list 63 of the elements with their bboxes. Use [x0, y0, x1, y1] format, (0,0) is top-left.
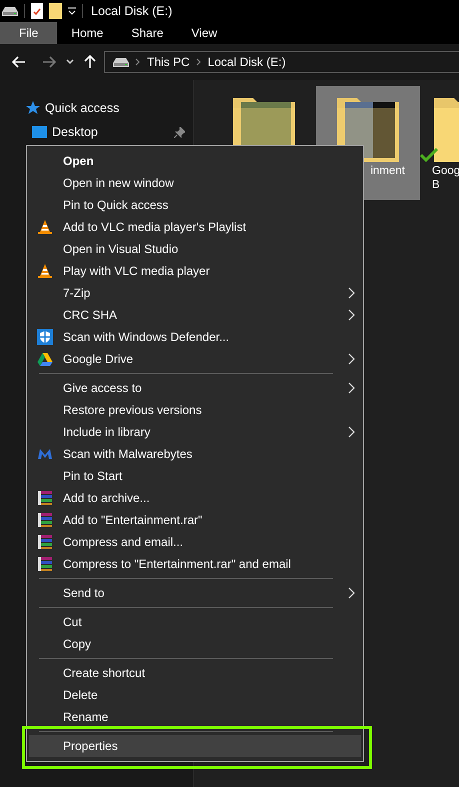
menu-item[interactable]: Send to — [29, 582, 361, 604]
drive-icon — [2, 6, 18, 16]
address-field[interactable]: This PC Local Disk (E:) — [104, 51, 459, 73]
menu-item[interactable]: Properties — [29, 735, 361, 757]
window-title: Local Disk (E:) — [91, 4, 172, 18]
drive-icon — [113, 57, 129, 67]
recent-locations-button[interactable] — [66, 59, 74, 65]
forward-button[interactable] — [42, 56, 56, 68]
back-button[interactable] — [12, 56, 26, 68]
shield-icon — [37, 329, 53, 345]
menu-item[interactable]: Delete — [29, 684, 361, 706]
menu-item[interactable]: Pin to Start — [29, 465, 361, 487]
up-button[interactable] — [84, 55, 96, 69]
menu-item[interactable]: Scan with Malwarebytes — [29, 443, 361, 465]
menu-item[interactable]: Add to archive... — [29, 487, 361, 509]
chevron-right-icon — [348, 309, 355, 321]
menu-item[interactable]: Add to VLC media player's Playlist — [29, 216, 361, 238]
nav-item[interactable]: Desktop — [52, 125, 169, 139]
chevron-right-icon — [348, 382, 355, 394]
star-icon — [26, 101, 40, 115]
chevron-icon — [196, 58, 202, 66]
menu-item[interactable]: Compress and email... — [29, 531, 361, 553]
folder-name: inment — [370, 164, 405, 178]
menu-item[interactable]: Add to "Entertainment.rar" — [29, 509, 361, 531]
chevron-right-icon — [348, 287, 355, 299]
checklist-icon[interactable] — [31, 3, 43, 19]
menu-item[interactable]: Google Drive — [29, 348, 361, 370]
chevron-icon — [135, 58, 141, 66]
menu-item[interactable]: Rename — [29, 706, 361, 728]
books-stack-icon — [37, 534, 53, 550]
menu-item[interactable]: Include in library — [29, 421, 361, 443]
ribbon-tab[interactable]: Share — [117, 22, 178, 44]
menu-item[interactable]: Open in Visual Studio — [29, 238, 361, 260]
chevron-right-icon — [348, 426, 355, 438]
menu-item[interactable]: Compress to "Entertainment.rar" and email — [29, 553, 361, 575]
chevron-right-icon — [348, 353, 355, 365]
ribbon-tab[interactable]: File — [0, 22, 58, 44]
menu-item[interactable]: Copy — [29, 633, 361, 655]
menu-item[interactable]: Scan with Windows Defender... — [29, 326, 361, 348]
ribbon-tab[interactable]: Home — [57, 22, 118, 44]
breadcrumb-link[interactable]: Local Disk (E:) — [208, 55, 286, 69]
menu-item[interactable]: 7-Zip — [29, 282, 361, 304]
menu-item[interactable]: Restore previous versions — [29, 399, 361, 421]
traffic-cone-icon — [37, 263, 53, 279]
menu-item[interactable]: Give access to — [29, 377, 361, 399]
ribbon-tab[interactable]: View — [177, 22, 232, 44]
menu-item[interactable]: Cut — [29, 611, 361, 633]
desktop-icon — [32, 126, 47, 138]
folder-name: Goog — [432, 164, 459, 178]
traffic-cone-icon — [37, 219, 53, 235]
triangle-logo-icon — [37, 351, 53, 367]
chevron-right-icon — [348, 587, 355, 599]
books-stack-icon — [37, 556, 53, 572]
menu-item[interactable]: Create shortcut — [29, 662, 361, 684]
books-stack-icon — [37, 512, 53, 528]
menu-item[interactable]: Play with VLC media player — [29, 260, 361, 282]
books-stack-icon — [37, 490, 53, 506]
nav-item[interactable]: Quick access — [45, 101, 185, 115]
dropdown-icon[interactable] — [68, 7, 76, 15]
breadcrumb-link[interactable]: This PC — [147, 55, 190, 69]
folder-name: B — [432, 178, 440, 192]
folder-tile[interactable]: Goog B — [420, 86, 459, 200]
menu-item[interactable]: CRC SHA — [29, 304, 361, 326]
